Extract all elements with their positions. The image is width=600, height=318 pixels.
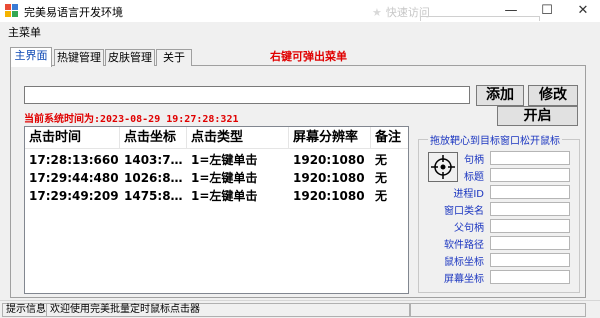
tab-hotkey[interactable]: 热键管理 <box>54 49 104 66</box>
right-click-hint: 右键可弹出菜单 <box>270 50 347 63</box>
label-parent-handle: 父句柄 <box>454 223 484 234</box>
cell-coord: 1475:8… <box>124 189 183 203</box>
menu-main[interactable]: 主菜单 <box>8 24 41 40</box>
tab-skin[interactable]: 皮肤管理 <box>105 49 155 66</box>
field-title[interactable] <box>490 168 570 182</box>
label-title: 标题 <box>464 172 484 183</box>
tab-about[interactable]: 关于 <box>156 49 192 66</box>
cell-resolution: 1920:1080 <box>293 189 365 203</box>
cell-time: 17:29:44:480 <box>29 171 119 185</box>
status-extra <box>410 303 586 317</box>
label-screen-coord: 屏幕坐标 <box>444 274 484 285</box>
label-pid: 进程ID <box>453 189 484 200</box>
app-icon <box>5 4 19 18</box>
modify-button[interactable]: 修改 <box>528 85 578 106</box>
col-click-coord[interactable]: 点击坐标 <box>120 127 187 149</box>
title-bar: 完美易语言开发环境 ★ 快速访问 — ☐ ✕ <box>0 0 600 22</box>
label-software-path: 软件路径 <box>444 240 484 251</box>
col-resolution[interactable]: 屏幕分辨率 <box>289 127 371 149</box>
maximize-button[interactable]: ☐ <box>530 0 564 22</box>
tab-main[interactable]: 主界面 <box>10 47 52 67</box>
cell-note: 无 <box>375 153 388 167</box>
close-button[interactable]: ✕ <box>566 0 600 22</box>
field-pid[interactable] <box>490 185 570 199</box>
table-row[interactable]: 17:28:13:660 1403:7… 1=左键单击 1920:1080 无 <box>25 151 408 169</box>
star-icon: ★ <box>372 6 382 19</box>
label-class-name: 窗口类名 <box>444 206 484 217</box>
cell-type: 1=左键单击 <box>191 189 258 203</box>
field-class-name[interactable] <box>490 202 570 216</box>
field-parent-handle[interactable] <box>490 219 570 233</box>
cell-note: 无 <box>375 189 388 203</box>
field-software-path[interactable] <box>490 236 570 250</box>
add-button[interactable]: 添加 <box>476 85 524 106</box>
col-note[interactable]: 备注 <box>371 127 408 149</box>
cell-coord: 1403:7… <box>124 153 183 167</box>
window-title: 完美易语言开发环境 <box>24 6 123 19</box>
cell-note: 无 <box>375 171 388 185</box>
cell-resolution: 1920:1080 <box>293 153 365 167</box>
label-handle: 句柄 <box>464 155 484 166</box>
table-row[interactable]: 17:29:49:209 1475:8… 1=左键单击 1920:1080 无 <box>25 187 408 205</box>
menu-bar: 主菜单 <box>0 22 600 40</box>
target-input[interactable] <box>24 86 470 104</box>
start-button[interactable]: 开启 <box>497 106 578 126</box>
minimize-button[interactable]: — <box>494 0 528 22</box>
field-handle[interactable] <box>490 151 570 165</box>
field-screen-coord[interactable] <box>490 270 570 284</box>
cell-time: 17:29:49:209 <box>29 189 119 203</box>
status-message: 欢迎使用完美批量定时鼠标点击器 <box>46 303 410 317</box>
click-record-table[interactable]: 点击时间 点击坐标 点击类型 屏幕分辨率 备注 17:28:13:660 140… <box>24 126 409 294</box>
cell-type: 1=左键单击 <box>191 171 258 185</box>
field-mouse-coord[interactable] <box>490 253 570 267</box>
cell-coord: 1026:8… <box>124 171 183 185</box>
cell-type: 1=左键单击 <box>191 153 258 167</box>
cell-resolution: 1920:1080 <box>293 171 365 185</box>
status-label: 提示信息 <box>2 303 47 317</box>
col-click-type[interactable]: 点击类型 <box>187 127 289 149</box>
status-bar: 提示信息 欢迎使用完美批量定时鼠标点击器 <box>0 300 600 318</box>
table-row[interactable]: 17:29:44:480 1026:8… 1=左键单击 1920:1080 无 <box>25 169 408 187</box>
current-time: 当前系统时间为:2023-08-29 19:27:28:321 <box>24 114 239 125</box>
cell-time: 17:28:13:660 <box>29 153 119 167</box>
col-click-time[interactable]: 点击时间 <box>25 127 120 149</box>
label-mouse-coord: 鼠标坐标 <box>444 257 484 268</box>
table-header: 点击时间 点击坐标 点击类型 屏幕分辨率 备注 <box>25 127 408 149</box>
group-title: 拖放靶心到目标窗口松开鼠标 <box>428 132 562 147</box>
